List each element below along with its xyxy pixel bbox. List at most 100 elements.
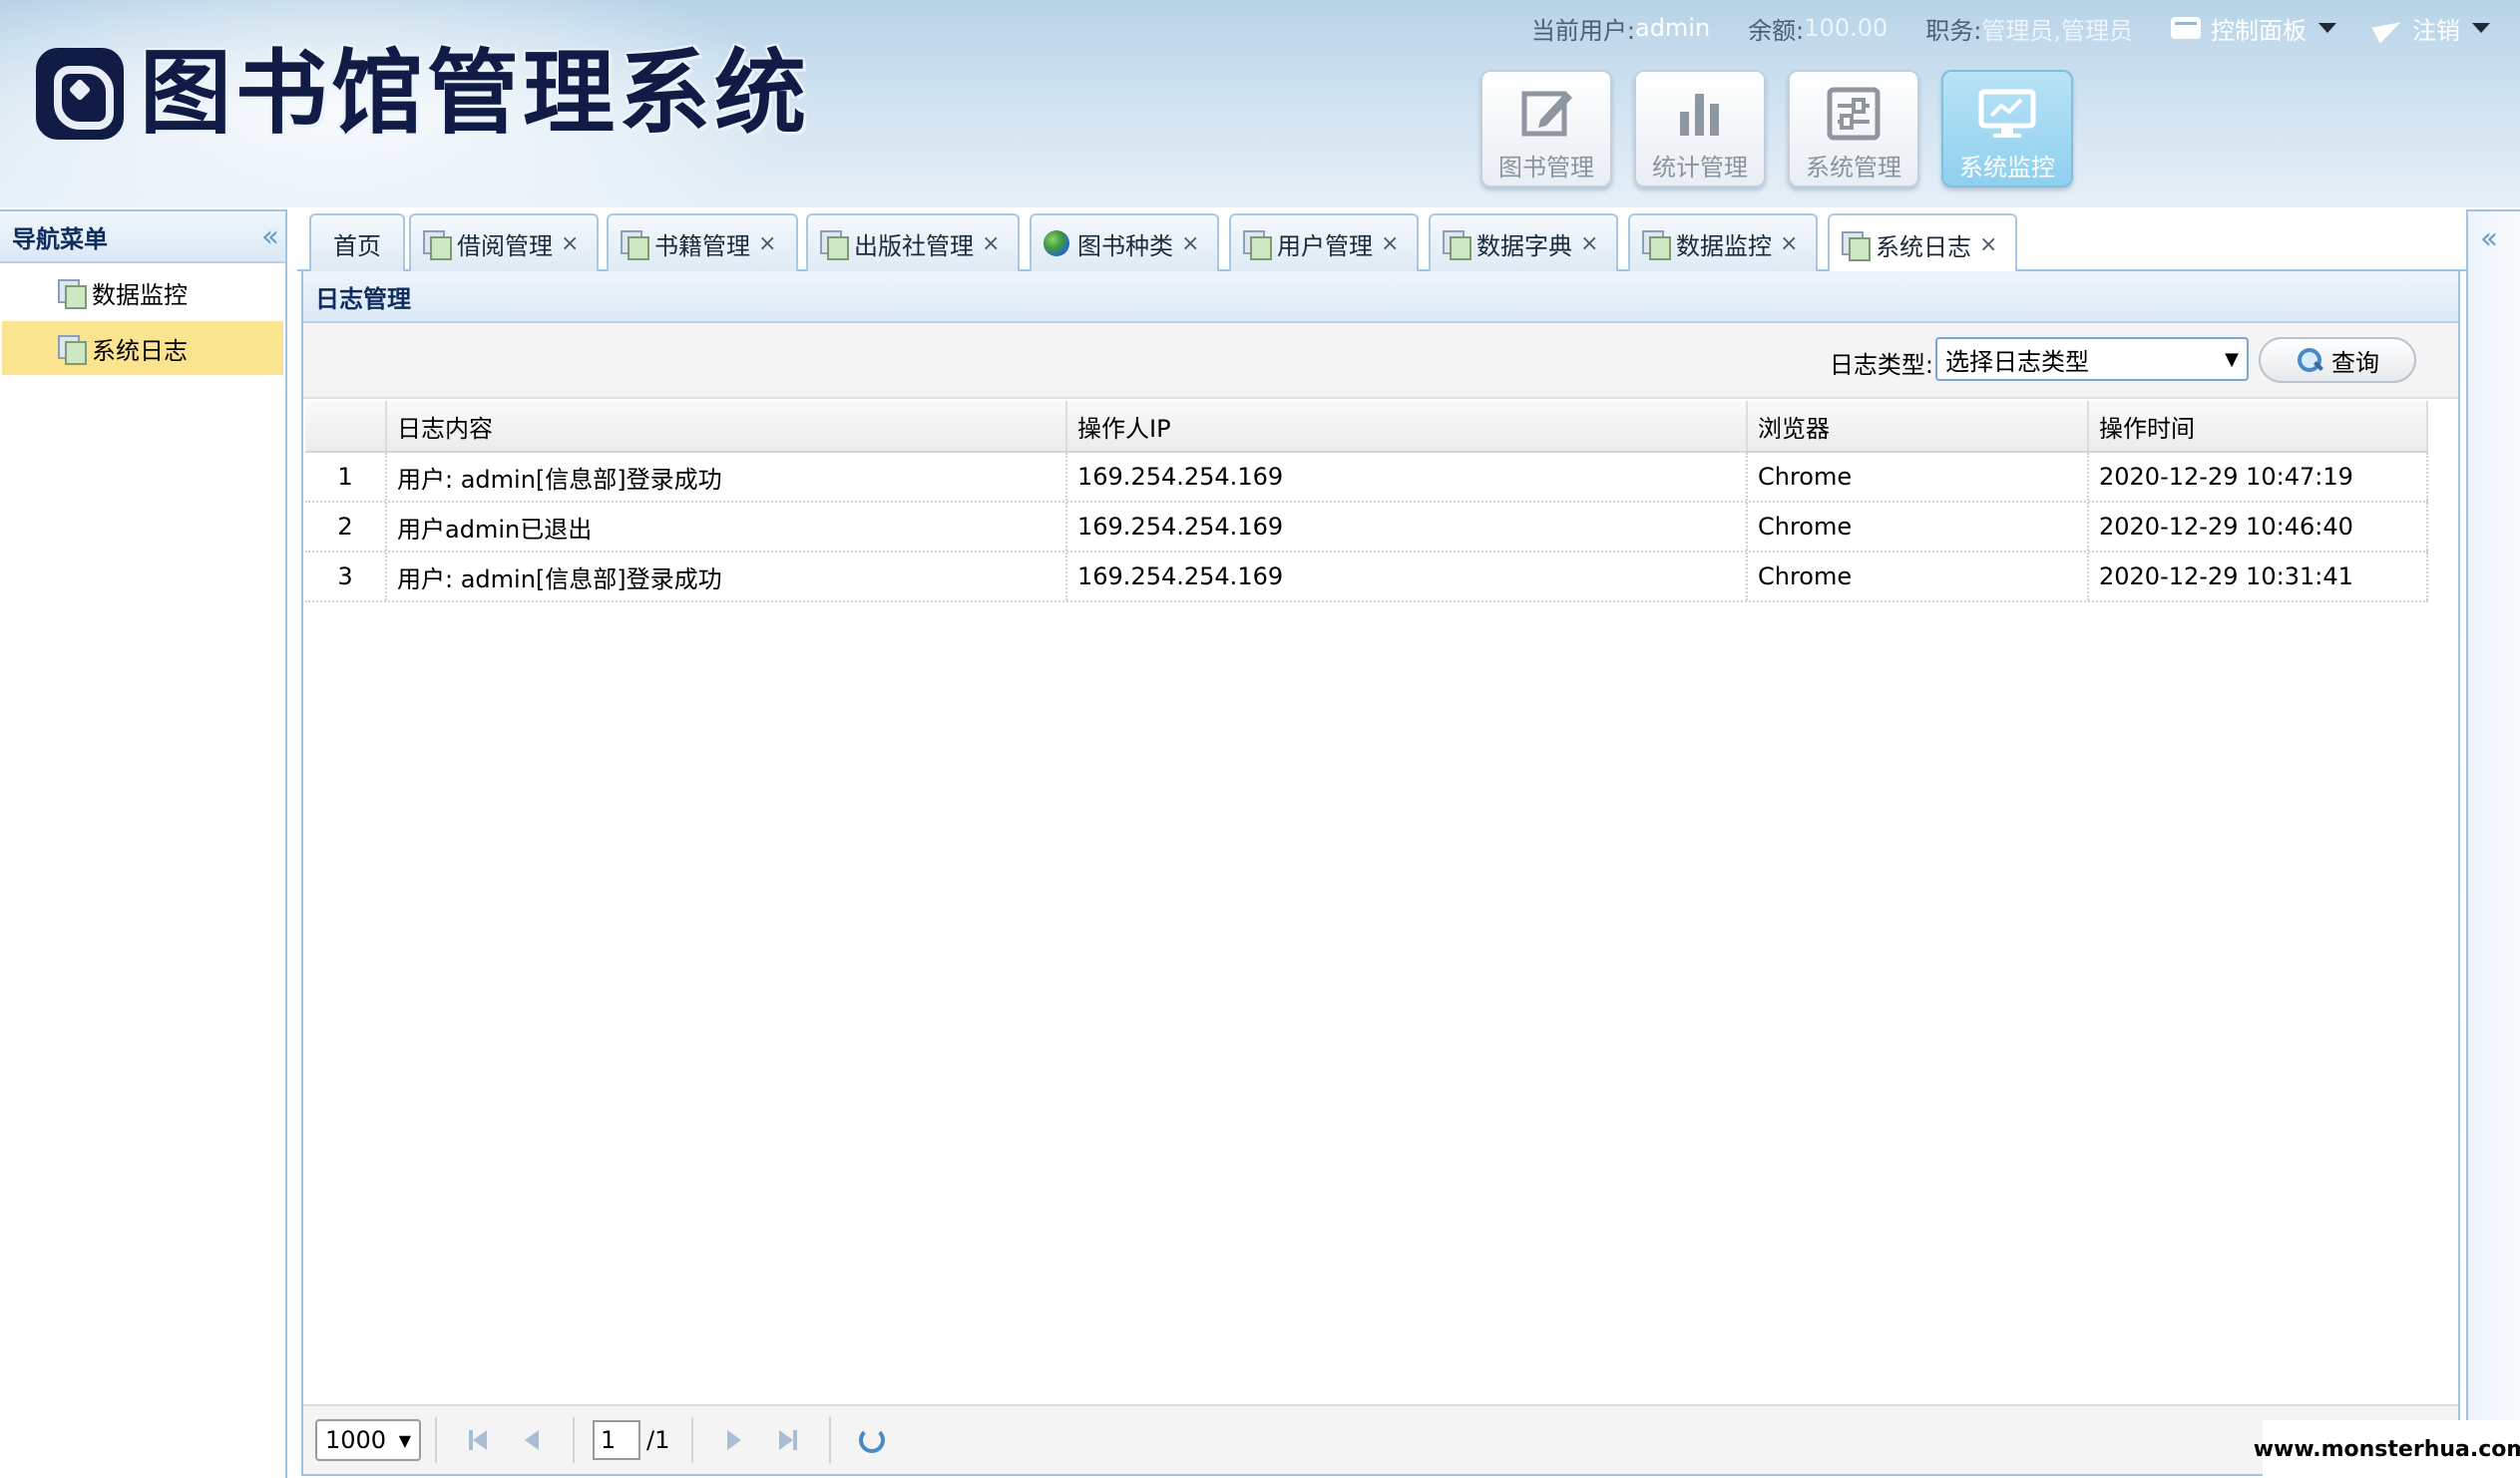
tab-label: 图书种类 (1077, 231, 1173, 260)
close-icon[interactable]: × (1381, 231, 1399, 256)
header: 图书馆管理系统 当前用户: admin 余额: 100.00 职务: 管理员,管… (0, 0, 2520, 207)
document-icon (1642, 230, 1671, 260)
sidebar-item-system-log[interactable]: 系统日志 (2, 321, 283, 375)
close-icon[interactable]: × (1780, 231, 1798, 256)
sidebar-item-data-monitor[interactable]: 数据监控 (2, 265, 283, 319)
column-header-browser[interactable]: 浏览器 (1748, 401, 2089, 451)
last-page-button[interactable] (767, 1419, 809, 1461)
tab-book-category[interactable]: 图书种类 × (1030, 213, 1219, 271)
expand-right-panel-icon[interactable]: ‹‹ (2480, 221, 2498, 256)
ip-cell: 169.254.254.169 (1067, 503, 1748, 551)
tab-borrow-management[interactable]: 借阅管理 × (409, 213, 599, 271)
globe-icon (1044, 230, 1069, 256)
sidebar: 导航菜单 ‹‹ 数据监控 系统日志 (0, 209, 287, 1478)
last-page-icon (779, 1430, 794, 1450)
next-page-button[interactable] (713, 1419, 755, 1461)
close-icon[interactable]: × (982, 231, 1000, 256)
tab-book-management[interactable]: 书籍管理 × (607, 213, 798, 271)
document-icon (58, 335, 87, 365)
divider (435, 1417, 437, 1463)
table-row[interactable]: 3 用户: admin[信息部]登录成功 169.254.254.169 Chr… (305, 553, 2428, 602)
role: 职务: 管理员,管理员 (1925, 11, 2133, 46)
sidebar-title: 导航菜单 (12, 224, 108, 253)
filter-toolbar: 日志类型: 选择日志类型 ▼ 查询 (303, 323, 2458, 399)
tab-data-dictionary[interactable]: 数据字典 × (1429, 213, 1618, 271)
row-number: 2 (305, 503, 387, 551)
sidebar-header: 导航菜单 ‹‹ (0, 211, 285, 263)
row-number: 1 (305, 453, 387, 501)
column-header-ip[interactable]: 操作人IP (1067, 401, 1748, 451)
total-pages: /1 (646, 1426, 670, 1454)
column-header-content[interactable]: 日志内容 (387, 401, 1067, 451)
tab-label: 书籍管理 (654, 231, 750, 260)
close-icon[interactable]: × (1979, 232, 1997, 257)
divider (829, 1417, 832, 1463)
refresh-button[interactable] (851, 1419, 893, 1461)
log-type-select[interactable]: 选择日志类型 ▼ (1935, 337, 2249, 381)
document-icon (1842, 231, 1871, 261)
table-row[interactable]: 2 用户admin已退出 169.254.254.169 Chrome 2020… (305, 503, 2428, 553)
pagination-bar: 1000 ▼ 1 /1 (303, 1404, 2458, 1474)
log-type-label: 日志类型: (1829, 351, 1933, 379)
module-label: 系统监控 (1959, 154, 2055, 182)
tab-home[interactable]: 首页 (309, 213, 405, 271)
first-page-button[interactable] (457, 1419, 499, 1461)
document-icon (1443, 230, 1471, 260)
ip-cell: 169.254.254.169 (1067, 553, 1748, 600)
chevron-down-icon: ▼ (2225, 348, 2239, 370)
tab-label: 系统日志 (1876, 232, 1971, 261)
user-bar: 当前用户: admin 余额: 100.00 职务: 管理员,管理员 控制面板 … (1493, 11, 2490, 46)
control-panel-icon (2171, 17, 2201, 39)
close-icon[interactable]: × (561, 231, 579, 256)
monitor-icon (1978, 89, 2036, 138)
tab-label: 数据监控 (1676, 231, 1772, 260)
table-row[interactable]: 1 用户: admin[信息部]登录成功 169.254.254.169 Chr… (305, 453, 2428, 503)
collapse-left-icon[interactable]: ‹‹ (261, 219, 279, 254)
module-system-management-button[interactable]: 系统管理 (1788, 70, 1919, 187)
tab-label: 首页 (333, 231, 381, 260)
browser-cell: Chrome (1748, 503, 2089, 551)
document-icon (58, 279, 87, 309)
tab-system-log[interactable]: 系统日志 × (1828, 213, 2017, 273)
close-icon[interactable]: × (758, 231, 776, 256)
tab-label: 出版社管理 (854, 231, 974, 260)
control-panel-label: 控制面板 (2211, 16, 2307, 45)
balance: 余额: 100.00 (1748, 11, 1888, 46)
page-number-input[interactable]: 1 (593, 1420, 640, 1460)
page-size-select[interactable]: 1000 ▼ (315, 1419, 421, 1461)
balance-value: 100.00 (1804, 14, 1889, 42)
module-label: 系统管理 (1806, 154, 1901, 182)
chevron-down-icon (2318, 23, 2336, 33)
log-content-cell: 用户admin已退出 (387, 503, 1067, 551)
module-book-management-button[interactable]: 图书管理 (1480, 70, 1612, 187)
current-user-label: 当前用户: (1530, 16, 1635, 45)
tab-publisher-management[interactable]: 出版社管理 × (806, 213, 1020, 271)
page-size-value: 1000 (325, 1426, 387, 1454)
chevron-down-icon (2472, 23, 2490, 33)
log-content-cell: 用户: admin[信息部]登录成功 (387, 553, 1067, 600)
divider (691, 1417, 694, 1463)
sidebar-item-label: 数据监控 (92, 280, 188, 309)
query-button[interactable]: 查询 (2259, 337, 2416, 383)
logo-text: 图书馆管理系统 (140, 40, 811, 147)
tab-data-monitor[interactable]: 数据监控 × (1628, 213, 1818, 271)
prev-page-icon (525, 1430, 539, 1450)
next-page-icon (727, 1430, 742, 1450)
module-statistics-button[interactable]: 统计管理 (1634, 70, 1766, 187)
tab-user-management[interactable]: 用户管理 × (1229, 213, 1419, 271)
east-panel-strip: ‹‹ (2466, 209, 2520, 1478)
edit-icon (1521, 91, 1572, 137)
search-icon (2296, 346, 2323, 374)
document-icon (820, 230, 849, 260)
tab-label: 用户管理 (1277, 231, 1373, 260)
column-header-time[interactable]: 操作时间 (2089, 401, 2428, 451)
divider (573, 1417, 575, 1463)
control-panel-menu[interactable]: 控制面板 (2171, 11, 2336, 46)
module-system-monitor-button[interactable]: 系统监控 (1941, 70, 2073, 187)
balance-label: 余额: (1748, 16, 1805, 45)
prev-page-button[interactable] (511, 1419, 553, 1461)
panel-title: 日志管理 (303, 271, 2458, 323)
close-icon[interactable]: × (1181, 231, 1199, 256)
close-icon[interactable]: × (1580, 231, 1598, 256)
logout-menu[interactable]: 注销 (2374, 11, 2490, 46)
